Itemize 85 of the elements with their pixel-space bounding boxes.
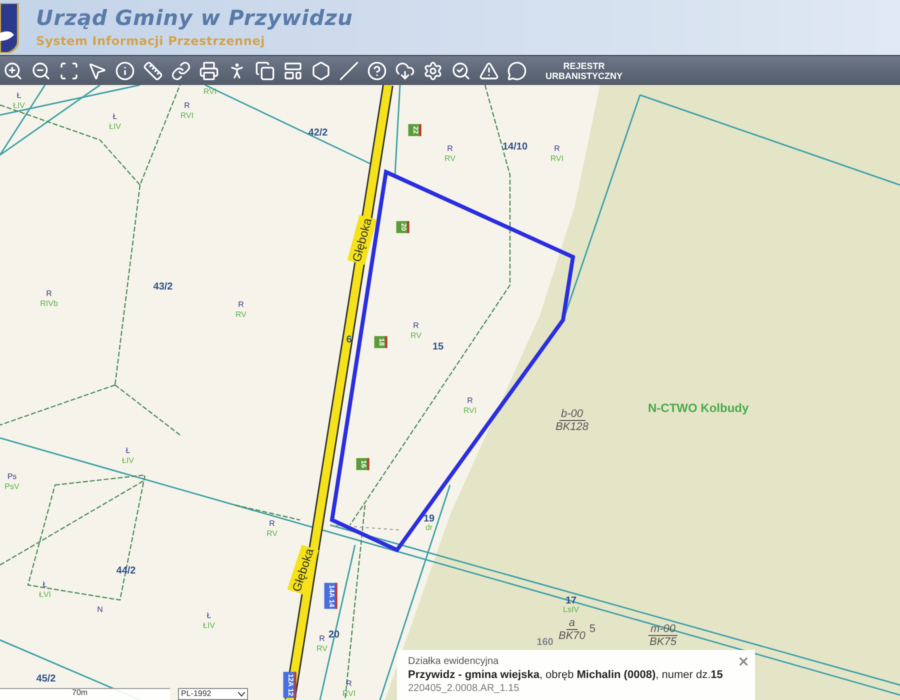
print-icon[interactable] [199,60,219,80]
soil-class: ŁIV [203,621,215,631]
soil-class: RVI [342,689,356,699]
ruler-icon[interactable] [143,60,163,80]
chevron-icon [238,692,245,696]
soil-class: RVI [180,111,194,121]
forest-district-name: N-CTWO Kolbudy [648,400,749,417]
site-subtitle: System Informacji Przestrzennej [36,32,266,50]
full-extent-icon[interactable] [59,60,79,80]
land-class: R [554,144,560,154]
land-class: R [319,634,325,644]
link-icon[interactable] [171,60,191,80]
land-class: R [413,321,419,331]
land-class: Ł [206,611,212,621]
parcel-number: 45/2 [36,672,56,686]
soil-class: RV [316,644,328,654]
cadastral-map-drawing[interactable] [0,85,900,700]
stand-code: BK75 [650,636,676,648]
warning-icon[interactable] [479,60,499,80]
parcel-identifier: 220405_2.0008.AR_1.15 [408,682,520,695]
close-button[interactable] [737,655,750,668]
footpath [330,524,400,530]
soil-class: RV [266,529,278,539]
soil-class: ŁIV [109,122,121,132]
scale-label: 70m [72,687,88,699]
soil-class: RVI [550,154,564,164]
crs-select[interactable]: PL-1992 [178,688,248,700]
soil-class: RVI [203,87,217,97]
help-icon[interactable] [367,60,387,80]
land-class: R [346,679,352,689]
soil-class: RV [236,310,246,320]
land-class: R [269,519,275,529]
info-icon[interactable] [115,60,135,80]
stand-code: b-00 [558,408,586,421]
search-icon[interactable] [451,60,471,80]
layout-icon[interactable] [283,60,303,80]
land-class: R [447,144,453,154]
parcel-number: 44/2 [116,564,136,578]
popup-title: Działka ewidencyjna [408,655,499,668]
stand-code: BK128 [555,421,589,433]
land-class: R [467,396,473,406]
stand-code: a [566,617,577,630]
zoom-out-icon[interactable] [31,60,51,80]
soil-class: ŁIV [122,456,134,466]
parcel-number: 15 [432,340,444,354]
parcel-number: 43/2 [153,280,173,294]
soil-class: ŁVI [39,590,51,600]
map-label: 160 [536,636,554,650]
settings-icon[interactable] [423,60,443,80]
soil-class: LsIV [563,605,579,615]
crs-value: PL-1992 [181,690,212,698]
stand-number: 5 [589,622,596,638]
parcel-number: 42/2 [308,126,328,140]
soil-class: RVI [463,406,477,416]
soil-class: dr [425,523,433,533]
parcel-number: 14/10 [502,140,528,154]
land-use-boundary [234,504,300,521]
soil-class: RV [444,154,456,164]
slash-icon[interactable] [339,60,359,80]
polygon-icon[interactable] [311,60,331,80]
soil-class: RV [410,331,422,341]
land-class: Ps [7,472,17,482]
zoom-in-icon[interactable] [3,60,23,80]
land-class: R [46,289,52,299]
parcel-number: 6 [346,334,352,348]
land-class: N [97,605,103,615]
soil-class: RIVb [40,299,58,309]
parcel-number: 19 [423,512,435,524]
stand-code: BK70 [558,630,586,642]
land-class: Ł [112,112,118,122]
cloud-download-icon[interactable] [395,60,415,80]
copy-icon[interactable] [255,60,275,80]
land-class: R [238,300,244,310]
soil-class: ŁIV [13,101,25,111]
popup-description: Przywidz - gmina wiejska, obręb Michalin (0008), numer dz.15 [408,668,723,682]
chat-icon[interactable] [507,60,527,80]
land-class: Ł [126,446,130,456]
land-class: Ł [42,580,48,590]
register-button[interactable]: REJESTR URBANISTYCZNY [542,60,626,80]
land-class: R [184,101,190,111]
soil-class: PsV [4,482,20,492]
pointer-icon[interactable] [87,60,107,80]
site-title: Urząd Gminy w Przywidzu [36,5,354,32]
land-class: Ł [16,91,22,101]
coat-of-arms-icon [0,2,20,52]
